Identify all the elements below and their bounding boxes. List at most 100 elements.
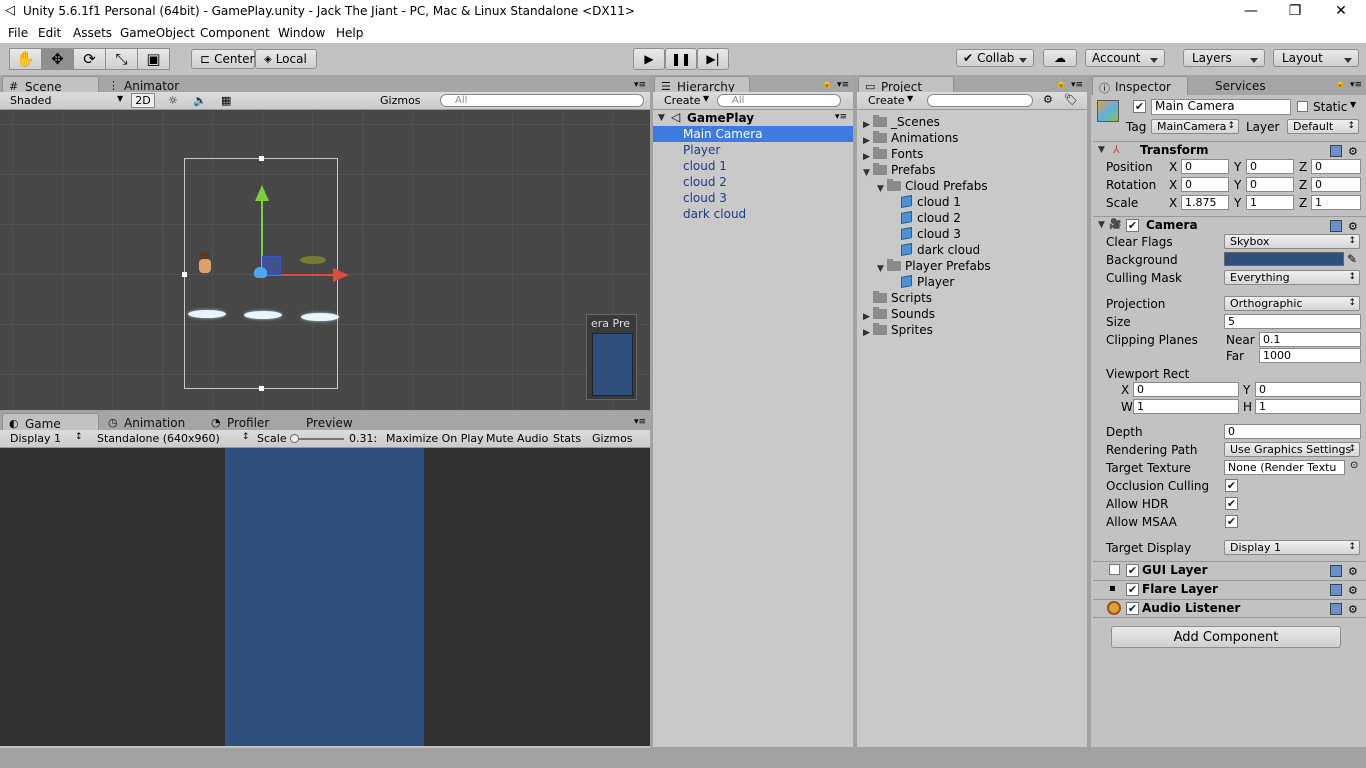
maximize-on-play-toggle[interactable]: Maximize On Play bbox=[386, 432, 484, 445]
static-checkbox[interactable] bbox=[1297, 101, 1308, 112]
frustum-handle[interactable] bbox=[259, 386, 264, 391]
gui-layer-checkbox[interactable]: ✔ bbox=[1126, 564, 1139, 577]
help-icon[interactable] bbox=[1330, 220, 1342, 232]
hierarchy-item-player[interactable]: Player bbox=[683, 142, 720, 158]
play-button[interactable]: ▶ bbox=[633, 48, 665, 70]
collapsed-arrow-icon[interactable]: ▶ bbox=[863, 149, 870, 165]
collapsed-arrow-icon[interactable]: ▶ bbox=[863, 133, 870, 149]
depth-field[interactable]: 0 bbox=[1224, 424, 1361, 439]
tab-services[interactable]: Services bbox=[1191, 76, 1271, 95]
project-item[interactable]: ▼ Cloud Prefabs bbox=[877, 178, 988, 194]
project-item[interactable]: ▶ Fonts bbox=[863, 146, 923, 162]
rotation-x-field[interactable]: 0 bbox=[1181, 177, 1229, 192]
eyedropper-icon[interactable]: ✎ bbox=[1347, 252, 1357, 266]
frustum-handle[interactable] bbox=[182, 272, 187, 277]
hierarchy-item-cloud-1[interactable]: cloud 1 bbox=[683, 158, 727, 174]
collapsed-arrow-icon[interactable]: ▶ bbox=[863, 325, 870, 341]
culling-mask-dropdown[interactable]: Everything bbox=[1224, 270, 1360, 285]
gear-icon[interactable]: ⚙ bbox=[1348, 603, 1360, 616]
occlusion-culling-checkbox[interactable]: ✔ bbox=[1225, 479, 1238, 492]
cloud-button[interactable]: ☁ bbox=[1043, 49, 1077, 67]
menu-component[interactable]: Component bbox=[200, 26, 270, 40]
scale-z-field[interactable]: 1 bbox=[1311, 195, 1361, 210]
scene-search-input[interactable]: All bbox=[440, 94, 644, 107]
dark-cloud-sprite[interactable] bbox=[300, 256, 326, 264]
filter-label-icon[interactable]: 🏷 bbox=[1064, 93, 1078, 106]
hierarchy-item-main-camera[interactable]: Main Camera bbox=[653, 126, 853, 142]
cloud-sprite[interactable] bbox=[301, 313, 339, 321]
clear-flags-dropdown[interactable]: Skybox bbox=[1224, 234, 1360, 249]
viewport-w-field[interactable]: 1 bbox=[1133, 399, 1239, 414]
near-field[interactable]: 0.1 bbox=[1259, 332, 1361, 347]
menu-edit[interactable]: Edit bbox=[38, 26, 61, 40]
add-component-button[interactable]: Add Component bbox=[1111, 626, 1341, 648]
game-view[interactable] bbox=[0, 448, 650, 746]
project-item[interactable]: ▶ Sounds bbox=[863, 306, 935, 322]
expand-arrow-icon[interactable]: ▼ bbox=[1098, 145, 1105, 155]
camera-enabled-checkbox[interactable]: ✔ bbox=[1126, 219, 1139, 232]
gear-icon[interactable]: ⚙ bbox=[1348, 584, 1360, 597]
rendering-path-dropdown[interactable]: Use Graphics Settings bbox=[1224, 442, 1360, 457]
menu-file[interactable]: File bbox=[8, 26, 28, 40]
position-x-field[interactable]: 0 bbox=[1181, 159, 1229, 174]
expanded-arrow-icon[interactable]: ▼ bbox=[877, 261, 884, 277]
viewport-y-field[interactable]: 0 bbox=[1255, 382, 1361, 397]
rotation-z-field[interactable]: 0 bbox=[1311, 177, 1361, 192]
help-icon[interactable] bbox=[1330, 145, 1342, 157]
audio-listener-header[interactable]: ✔ Audio Listener ⚙ bbox=[1093, 599, 1366, 617]
expanded-arrow-icon[interactable]: ▼ bbox=[877, 181, 884, 197]
viewport-h-field[interactable]: 1 bbox=[1255, 399, 1361, 414]
hierarchy-item-dark-cloud[interactable]: dark cloud bbox=[683, 206, 746, 222]
frustum-handle[interactable] bbox=[259, 156, 264, 161]
minimize-button[interactable]: — bbox=[1228, 0, 1274, 23]
layers-dropdown[interactable]: Layers bbox=[1183, 49, 1265, 67]
project-item[interactable]: ▶ Animations bbox=[863, 130, 958, 146]
y-axis-arrow-icon[interactable] bbox=[255, 185, 269, 201]
hierarchy-item-cloud-2[interactable]: cloud 2 bbox=[683, 174, 727, 190]
move-tool-icon[interactable]: ✥ bbox=[41, 48, 74, 70]
mute-audio-toggle[interactable]: Mute Audio bbox=[486, 432, 548, 445]
mode-2d-toggle[interactable]: 2D bbox=[131, 93, 155, 108]
hand-tool-icon[interactable]: ✋ bbox=[9, 48, 42, 70]
project-item[interactable]: cloud 1 bbox=[901, 194, 961, 210]
panel-menu-icon[interactable]: ▾≡ bbox=[837, 80, 849, 90]
effects-icon[interactable]: ▦ bbox=[221, 94, 231, 107]
lock-icon[interactable]: 🔒 bbox=[822, 79, 833, 89]
rect-tool-icon[interactable]: ▣ bbox=[137, 48, 170, 70]
scene-menu-icon[interactable]: ▾≡ bbox=[835, 112, 847, 122]
project-item[interactable]: ▼ Prefabs bbox=[863, 162, 936, 178]
allow-msaa-checkbox[interactable]: ✔ bbox=[1225, 515, 1238, 528]
rotate-tool-icon[interactable]: ⟳ bbox=[73, 48, 106, 70]
audio-listener-checkbox[interactable]: ✔ bbox=[1126, 602, 1139, 615]
menu-gameobject[interactable]: GameObject bbox=[120, 26, 195, 40]
layout-dropdown[interactable]: Layout bbox=[1273, 49, 1359, 67]
transform-header[interactable]: ▼ ⅄ Transform ⚙ bbox=[1093, 141, 1366, 159]
tag-dropdown[interactable]: MainCamera bbox=[1151, 119, 1239, 134]
panel-menu-icon[interactable]: ▾≡ bbox=[634, 80, 646, 90]
project-item[interactable]: cloud 2 bbox=[901, 210, 961, 226]
menu-help[interactable]: Help bbox=[336, 26, 363, 40]
gizmos-dropdown[interactable]: Gizmos bbox=[380, 94, 421, 107]
panel-menu-icon[interactable]: ▾≡ bbox=[634, 417, 646, 427]
component-settings[interactable]: ⚙ bbox=[1324, 219, 1360, 233]
maximize-button[interactable]: ❐ bbox=[1272, 0, 1318, 23]
cloud-sprite[interactable] bbox=[188, 310, 226, 318]
project-item[interactable]: ▶ _Scenes bbox=[863, 114, 940, 130]
expand-arrow-icon[interactable]: ▼ bbox=[1098, 220, 1105, 230]
camera-header[interactable]: ▼ 🎥 ✔ Camera ⚙ bbox=[1093, 216, 1366, 234]
viewport-x-field[interactable]: 0 bbox=[1133, 382, 1239, 397]
hierarchy-item-cloud-3[interactable]: cloud 3 bbox=[683, 190, 727, 206]
component-settings[interactable]: ⚙ bbox=[1324, 602, 1360, 616]
component-settings[interactable]: ⚙ bbox=[1324, 144, 1360, 158]
project-item[interactable]: cloud 3 bbox=[901, 226, 961, 242]
pivot-center-button[interactable]: ⊏ Center bbox=[191, 49, 255, 69]
component-settings[interactable]: ⚙ bbox=[1324, 583, 1360, 597]
hierarchy-create-dropdown[interactable]: Create bbox=[664, 94, 701, 107]
project-item[interactable]: Scripts bbox=[873, 290, 932, 306]
project-search-input[interactable] bbox=[927, 94, 1033, 107]
scale-slider-thumb[interactable] bbox=[290, 434, 299, 443]
flare-layer-header[interactable]: ▪ ✔ Flare Layer ⚙ bbox=[1093, 580, 1366, 598]
filter-type-icon[interactable]: ⚙ bbox=[1043, 93, 1053, 106]
scale-tool-icon[interactable]: ⤡ bbox=[105, 48, 138, 70]
step-button[interactable]: ▶| bbox=[697, 48, 729, 70]
